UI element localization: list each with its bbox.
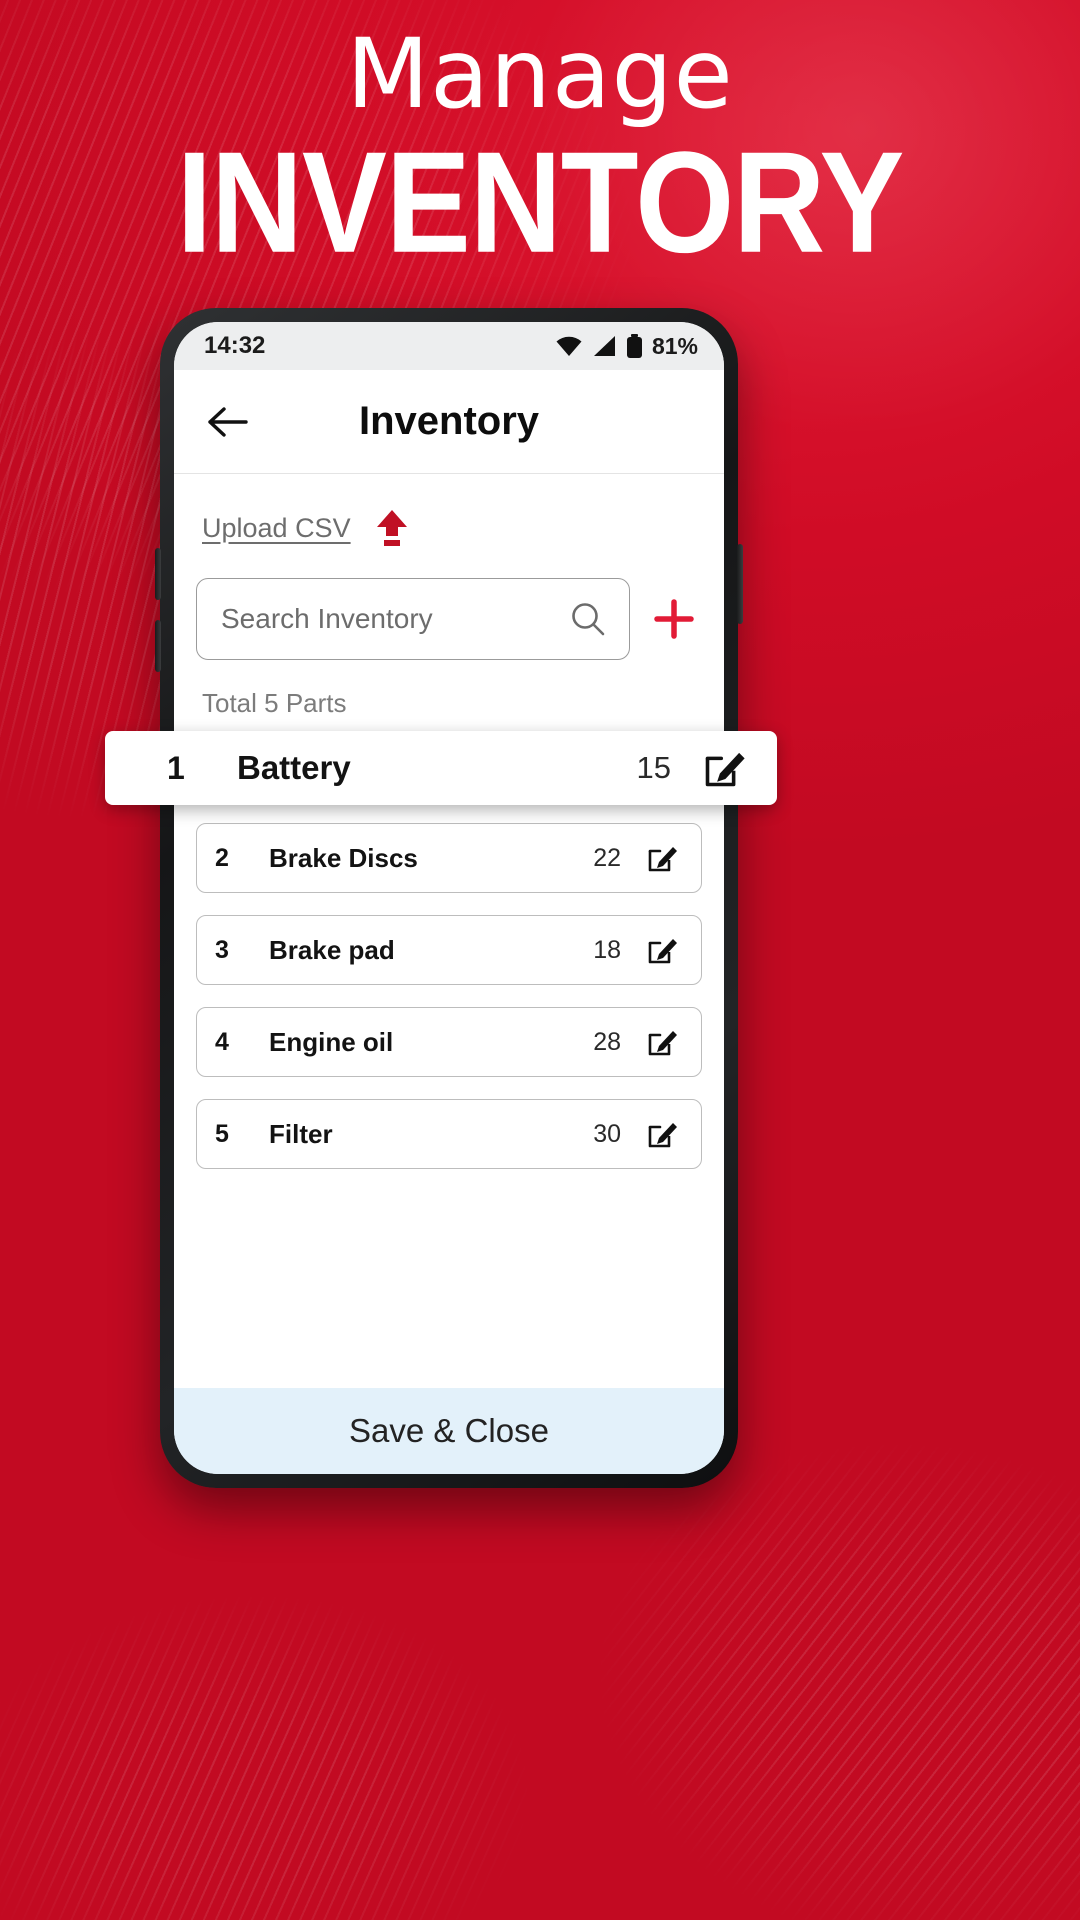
table-row[interactable]: 2 Brake Discs 22 bbox=[196, 823, 702, 893]
part-quantity: 15 bbox=[636, 750, 671, 785]
part-name: Engine oil bbox=[269, 1026, 394, 1057]
power-button[interactable] bbox=[737, 544, 743, 624]
part-index: 1 bbox=[167, 749, 185, 786]
table-row[interactable]: 5 Filter 30 bbox=[196, 1099, 702, 1169]
background-stripe-pattern-bottom-left bbox=[0, 1552, 721, 1920]
app-content: Upload CSV Search Inventory Total 5 Part… bbox=[174, 474, 724, 1388]
upload-csv-label[interactable]: Upload CSV bbox=[202, 513, 351, 544]
battery-percent-label: 81% bbox=[651, 332, 698, 359]
volume-up-button[interactable] bbox=[155, 548, 161, 600]
phone-mockup: 14:32 81% Inventory Upload CSV Search In… bbox=[155, 308, 743, 1488]
arrow-left-icon bbox=[208, 406, 248, 437]
volume-down-button[interactable] bbox=[155, 620, 161, 672]
part-index: 4 bbox=[215, 1027, 229, 1056]
part-name: Battery bbox=[237, 749, 351, 786]
edit-pencil-icon[interactable] bbox=[645, 933, 679, 967]
edit-pencil-icon[interactable] bbox=[645, 1025, 679, 1059]
search-icon[interactable] bbox=[569, 600, 607, 638]
status-bar: 14:32 81% bbox=[174, 322, 724, 370]
wifi-icon bbox=[556, 336, 582, 356]
add-part-button[interactable] bbox=[646, 591, 702, 647]
back-button[interactable] bbox=[196, 405, 260, 439]
search-input[interactable]: Search Inventory bbox=[196, 578, 630, 660]
upload-arrow-icon[interactable] bbox=[373, 508, 411, 548]
table-row[interactable]: 3 Brake pad 18 bbox=[196, 915, 702, 985]
part-index: 2 bbox=[215, 843, 229, 872]
table-row[interactable]: 4 Engine oil 28 bbox=[196, 1007, 702, 1077]
part-index: 3 bbox=[215, 935, 229, 964]
signal-icon bbox=[593, 336, 615, 356]
part-quantity: 18 bbox=[593, 935, 621, 964]
total-parts-label: Total 5 Parts bbox=[202, 688, 347, 718]
upload-csv-row[interactable]: Upload CSV bbox=[202, 508, 702, 548]
promo-headline: Manage INVENTORY bbox=[0, 18, 1080, 275]
part-name: Filter bbox=[269, 1118, 333, 1149]
parts-list: 2 Brake Discs 22 3 Brake pad 18 4 Engine… bbox=[196, 823, 702, 1169]
part-quantity: 22 bbox=[593, 843, 621, 872]
phone-screen: 14:32 81% Inventory Upload CSV Search In… bbox=[174, 322, 724, 1474]
part-name: Brake Discs bbox=[269, 842, 418, 873]
save-and-close-button[interactable]: Save & Close bbox=[174, 1388, 724, 1474]
edit-pencil-icon[interactable] bbox=[645, 1117, 679, 1151]
status-bar-indicators: 81% bbox=[555, 333, 698, 360]
part-quantity: 28 bbox=[593, 1027, 621, 1056]
edit-pencil-icon[interactable] bbox=[645, 841, 679, 875]
part-name: Brake pad bbox=[269, 934, 395, 965]
battery-icon bbox=[626, 333, 642, 358]
highlighted-part-row[interactable]: 1 Battery 15 bbox=[105, 731, 777, 805]
part-quantity: 30 bbox=[593, 1119, 621, 1148]
search-row: Search Inventory bbox=[196, 578, 702, 660]
app-header: Inventory bbox=[174, 370, 724, 474]
status-bar-time: 14:32 bbox=[204, 332, 266, 359]
headline-script-word: Manage bbox=[346, 18, 734, 130]
search-placeholder: Search Inventory bbox=[221, 603, 433, 634]
headline-main-word: INVENTORY bbox=[176, 122, 905, 284]
plus-icon bbox=[654, 599, 694, 639]
part-index: 5 bbox=[215, 1119, 229, 1148]
edit-pencil-icon[interactable] bbox=[701, 745, 747, 791]
